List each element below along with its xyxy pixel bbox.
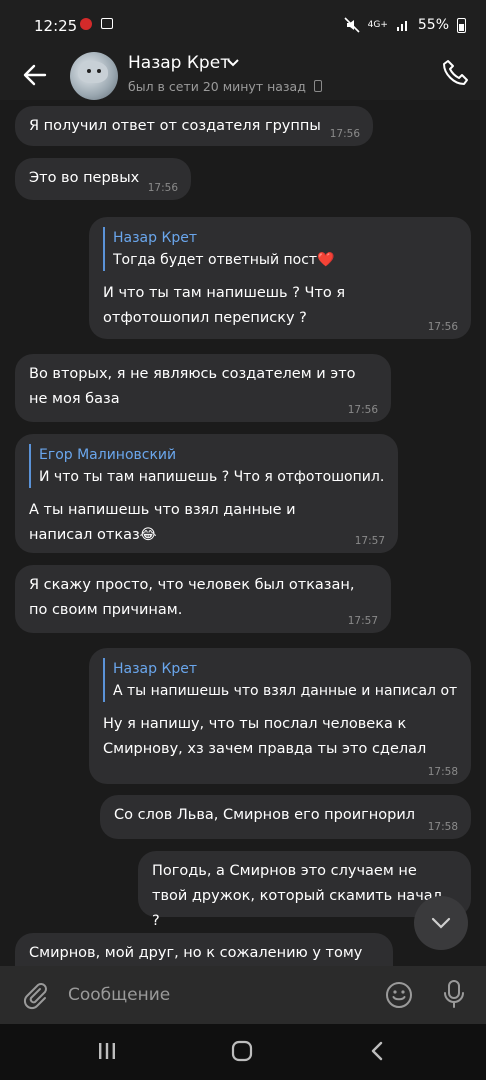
reply-quote[interactable]: Егор Малиновский И что ты там напишешь ?… [29,444,384,488]
message-text: И что ты там напишешь ? Что я отфотошопи… [103,285,346,326]
message-time: 17:56 [347,404,378,416]
message-composer: Сообщение [0,966,486,1024]
recent-apps-icon[interactable] [96,1040,118,1062]
message-text: Я получил ответ от создателя группы [29,118,321,134]
message-incoming[interactable]: Я скажу просто, что человек был отказан,… [15,565,391,633]
reply-author: Назар Крет [113,661,198,677]
battery-icon [457,17,466,33]
reply-text: Тогда будет ответный пост❤️ [113,252,335,268]
avatar-eye [97,69,101,73]
message-input[interactable]: Сообщение [68,985,170,1005]
back-icon[interactable] [368,1040,388,1062]
status-bar: 12:25 4G+ 55% [0,0,486,52]
message-incoming[interactable]: Егор Малиновский И что ты там напишешь ?… [15,434,398,553]
chat-header: Назар Крет был в сети 20 минут назад [0,52,486,100]
status-time: 12:25 [34,17,78,35]
message-list[interactable]: Я получил ответ от создателя группы 17:5… [0,100,486,966]
attach-icon[interactable] [20,980,50,1010]
reply-text: А ты напишешь что взял данные и написал … [113,683,457,699]
chevron-down-icon [431,917,451,929]
message-outgoing[interactable]: Назар Крет Тогда будет ответный пост❤️ И… [89,217,471,339]
home-icon[interactable] [230,1040,254,1062]
notification-icon [80,18,92,30]
message-time: 17:56 [427,321,458,333]
message-time: 17:58 [427,766,458,778]
mute-icon [344,17,360,33]
message-time: 17:56 [329,128,360,140]
message-text: Это во первых [29,170,140,186]
message-time: 17:56 [147,182,178,194]
message-outgoing[interactable]: Со слов Льва, Смирнов его проигнорил 17:… [100,795,471,839]
message-text: Смирнов, мой друг, но к сожалению у тому [29,945,363,961]
phone-icon [314,80,322,92]
message-outgoing[interactable]: Назар Крет А ты напишешь что взял данные… [89,648,471,784]
system-nav-bar [0,1024,486,1080]
network-type: 4G+ [367,20,388,30]
contact-name[interactable]: Назар Крет [128,53,230,73]
message-incoming[interactable]: Смирнов, мой друг, но к сожалению у тому [15,933,393,966]
chevron-down-icon[interactable] [226,56,240,70]
reply-text: И что ты там напишешь ? Что я отфотошопи… [39,469,384,485]
message-text: Погодь, а Смирнов это случаем не твой др… [152,863,442,929]
call-icon[interactable] [440,58,470,88]
reply-author: Егор Малиновский [39,447,177,463]
avatar-eye [87,69,91,73]
signal-icon [396,21,407,31]
message-text: Я скажу просто, что человек был отказан,… [29,577,355,618]
message-text: Во вторых, я не являюсь создателем и это… [29,366,356,407]
gallery-icon [101,18,113,29]
battery-text: 55% [417,17,449,33]
message-incoming[interactable]: Это во первых 17:56 [15,158,191,200]
message-text: Со слов Льва, Смирнов его проигнорил [114,807,416,823]
message-incoming[interactable]: Я получил ответ от создателя группы 17:5… [15,106,373,146]
message-time: 17:58 [427,821,458,833]
back-arrow-icon[interactable] [20,60,50,90]
reply-quote[interactable]: Назар Крет Тогда будет ответный пост❤️ [103,227,457,271]
mic-icon[interactable] [440,978,468,1010]
scroll-down-button[interactable] [414,896,468,950]
avatar-figure [78,61,108,83]
message-text: А ты напишешь что взял данные и написал … [29,502,296,543]
reply-author: Назар Крет [113,230,198,246]
message-time: 17:57 [354,535,385,547]
reply-quote[interactable]: Назар Крет А ты напишешь что взял данные… [103,658,457,702]
status-right: 4G+ 55% [344,17,466,33]
avatar[interactable] [70,52,118,100]
emoji-icon[interactable] [384,980,414,1010]
message-incoming[interactable]: Во вторых, я не являюсь создателем и это… [15,354,391,422]
last-seen: был в сети 20 минут назад [128,79,306,94]
message-text: Ну я напишу, что ты послал человека к См… [103,716,427,757]
message-time: 17:57 [347,615,378,627]
